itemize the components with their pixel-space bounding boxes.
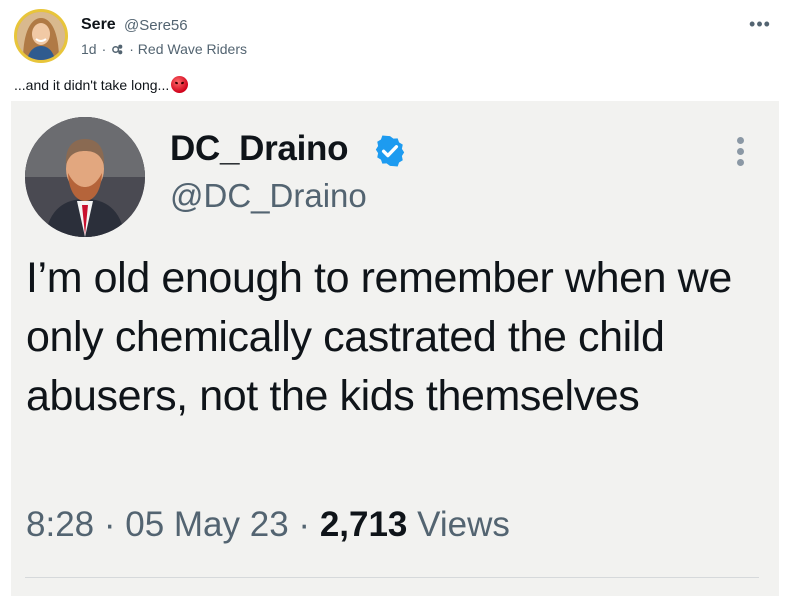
- embedded-author-name: DC_Draino: [170, 129, 349, 168]
- more-options-button[interactable]: •••: [747, 14, 773, 34]
- post-text-body: ...and it didn't take long...: [14, 76, 170, 93]
- post-meta: 1d · · Red Wave Riders: [81, 41, 247, 57]
- embedded-author-handle: @DC_Draino: [170, 177, 367, 214]
- verified-badge-icon: [375, 135, 405, 167]
- embedded-more-icon: [729, 137, 751, 177]
- embedded-tweet-text: I’m old enough to remember when we only …: [26, 254, 732, 420]
- angry-face-emoji-icon: [171, 76, 189, 93]
- embedded-avatar: [25, 117, 145, 237]
- author-name[interactable]: Sere: [81, 16, 116, 34]
- community-icon: [112, 44, 123, 54]
- author-avatar[interactable]: [14, 9, 68, 63]
- community-name[interactable]: · Red Wave Riders: [129, 41, 247, 57]
- footer-dot: ·: [298, 505, 311, 544]
- tweet-date: 05 May 23: [125, 505, 289, 544]
- embedded-tweet-footer: 8:28 · 05 May 23 · 2,713 Views: [26, 505, 510, 545]
- post-header: Sere @Sere56 1d · · Red Wave Riders ••• …: [0, 0, 789, 93]
- views-label: Views: [417, 505, 510, 544]
- divider: [25, 577, 759, 578]
- ellipsis-icon: •••: [749, 14, 771, 34]
- post-text: ...and it didn't take long...: [14, 76, 189, 93]
- post-time[interactable]: 1d: [81, 41, 97, 57]
- embedded-tweet-image[interactable]: DC_Draino @DC_Draino I’m old enough to r…: [11, 101, 779, 596]
- views-count: 2,713: [319, 505, 408, 544]
- tweet-time: 8:28: [26, 505, 95, 544]
- footer-dot: ·: [103, 505, 116, 544]
- author-handle[interactable]: @Sere56: [124, 17, 188, 34]
- meta-separator: ·: [101, 41, 107, 57]
